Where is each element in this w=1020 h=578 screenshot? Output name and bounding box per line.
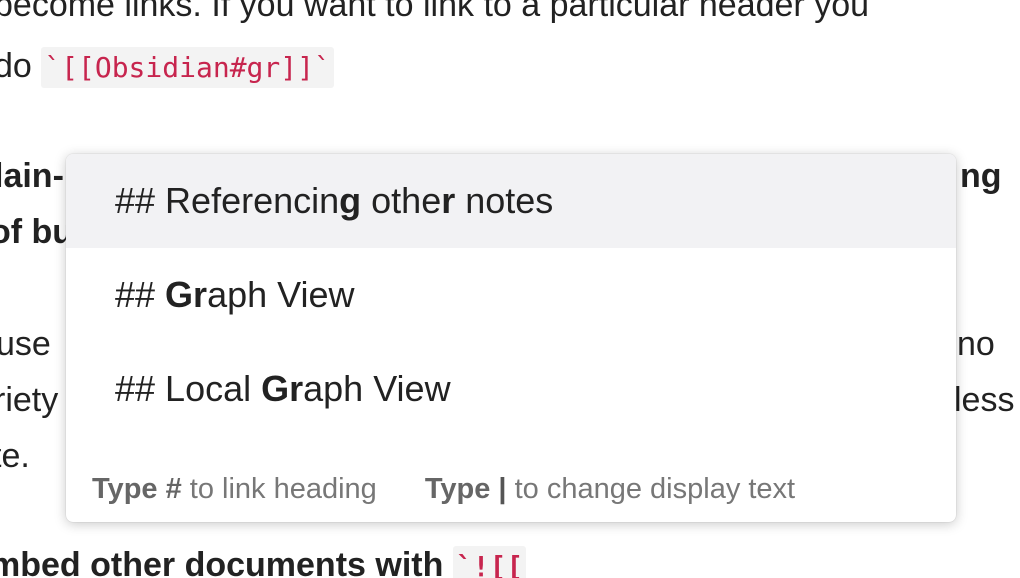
paragraph-line: do `[[Obsidian#gr]]` (0, 44, 334, 90)
paragraph-text: of bu (0, 213, 74, 251)
paragraph-text: te. (0, 437, 30, 475)
pipe-symbol: | (498, 473, 507, 505)
paragraph-line: become links. If you want to link to a p… (0, 0, 869, 27)
bullet-heading-left: mbed other documents with `![[ (0, 543, 527, 578)
instruction-keyword: Type (424, 473, 491, 505)
bullet-heading-right: ng (960, 154, 1002, 198)
suggestion-text: aph View (207, 274, 355, 315)
match-highlight: Gr (261, 368, 304, 409)
paragraph-line: riety (0, 378, 58, 422)
paragraph-text: no (957, 325, 995, 363)
suggestion-text: aph View (303, 368, 451, 409)
paragraph-text: mbed other documents with (0, 546, 453, 578)
paragraph-line: less (954, 378, 1014, 422)
match-highlight: Gr (165, 274, 208, 315)
suggestion-item-referencing-other-notes[interactable]: ## Referencing other notes (66, 154, 956, 248)
instruction-text: to link heading (181, 473, 377, 505)
suggestion-text: ## Referencin (115, 180, 340, 221)
editor-pane[interactable]: become links. If you want to link to a p… (0, 0, 1020, 578)
match-highlight: g (339, 180, 362, 221)
suggestion-item-local-graph-view[interactable]: ## Local Graph View (66, 342, 956, 436)
paragraph-text: use (0, 325, 51, 363)
paragraph-line: no (957, 322, 995, 366)
suggestion-text: ## Local (115, 368, 262, 409)
inline-code: `![[ (452, 546, 527, 578)
instruction-keyword: Type # (92, 473, 182, 505)
paragraph-text: become links. If you want to link to a p… (0, 0, 870, 24)
inline-code: `[[Obsidian#gr]]` (41, 47, 334, 88)
paragraph-text: do (0, 47, 32, 85)
paragraph-line: te. (0, 434, 30, 478)
suggestion-text: othe (361, 180, 442, 221)
paragraph-text: riety (0, 381, 59, 419)
match-highlight: r (441, 180, 456, 221)
suggestion-item-graph-view[interactable]: ## Graph View (66, 248, 956, 342)
bullet-heading-left: lain- (0, 154, 64, 198)
instruction-text: to change display text (506, 473, 796, 505)
paragraph-text: lain- (0, 157, 64, 195)
paragraph-text: ng (960, 157, 1002, 195)
heading-suggestion-popup: ## Referencing other notes ## Graph View… (66, 154, 956, 522)
popup-instructions: Type # to link heading Type | to change d… (92, 467, 795, 511)
paragraph-line: use (0, 322, 51, 366)
paragraph-text: less (954, 381, 1015, 419)
suggestion-text: notes (455, 180, 554, 221)
bullet-heading-left: of bu (0, 210, 73, 254)
suggestion-text: ## (115, 274, 166, 315)
